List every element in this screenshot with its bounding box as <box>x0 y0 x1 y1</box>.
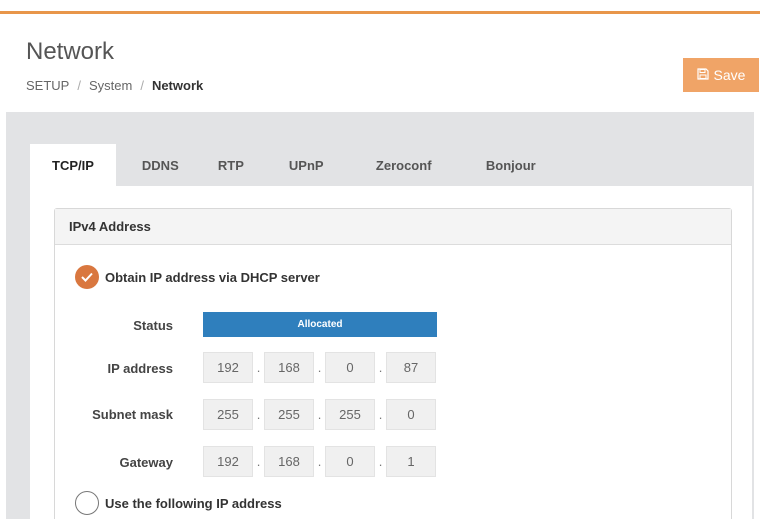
dot-separator: . <box>378 454 383 469</box>
dot-separator: . <box>256 407 261 422</box>
status-value-bar: Allocated <box>203 312 437 337</box>
save-label: Save <box>713 67 746 83</box>
breadcrumb-network: Network <box>151 78 204 93</box>
dhcp-label: Obtain IP address via DHCP server <box>105 269 320 285</box>
ip-octet-3[interactable]: 0 <box>325 352 375 383</box>
dot-separator: . <box>317 407 322 422</box>
tab-bar: TCP/IP DDNS RTP UPnP Zeroconf Bonjour <box>30 144 550 186</box>
subnet-octet-4[interactable]: 0 <box>386 399 436 430</box>
gateway-field: 192. 168. 0. 1 <box>203 446 436 477</box>
gateway-octet-1[interactable]: 192 <box>203 446 253 477</box>
dhcp-radio[interactable] <box>75 265 99 289</box>
top-accent-bar <box>0 0 760 14</box>
breadcrumb-setup[interactable]: SETUP <box>26 78 69 93</box>
breadcrumb: SETUP / System / Network <box>26 78 203 93</box>
breadcrumb-separator: / <box>140 78 144 93</box>
status-label: Status <box>133 318 173 333</box>
subnet-octet-3[interactable]: 255 <box>325 399 375 430</box>
gateway-octet-2[interactable]: 168 <box>264 446 314 477</box>
dot-separator: . <box>317 360 322 375</box>
static-ip-radio[interactable] <box>75 491 99 515</box>
static-ip-radio-option[interactable]: Use the following IP address <box>75 491 282 515</box>
subnet-mask-label: Subnet mask <box>92 407 173 422</box>
page-title: Network <box>26 38 115 65</box>
gateway-octet-3[interactable]: 0 <box>325 446 375 477</box>
tab-upnp[interactable]: UPnP <box>275 144 362 186</box>
ip-address-label: IP address <box>107 361 173 376</box>
gateway-label: Gateway <box>119 455 173 470</box>
save-button[interactable]: Save <box>683 58 759 92</box>
tcpip-panel: IPv4 Address Obtain IP address via DHCP … <box>30 186 752 519</box>
floppy-disk-icon <box>696 67 709 83</box>
subnet-octet-2[interactable]: 255 <box>264 399 314 430</box>
dhcp-radio-option[interactable]: Obtain IP address via DHCP server <box>75 265 320 289</box>
static-ip-label: Use the following IP address <box>105 495 282 511</box>
subnet-mask-field: 255. 255. 255. 0 <box>203 399 436 430</box>
ipv4-section: IPv4 Address Obtain IP address via DHCP … <box>54 208 732 519</box>
content-area: TCP/IP DDNS RTP UPnP Zeroconf Bonjour IP… <box>6 112 754 519</box>
subnet-octet-1[interactable]: 255 <box>203 399 253 430</box>
tab-ddns[interactable]: DDNS <box>128 144 204 186</box>
dot-separator: . <box>378 407 383 422</box>
ip-octet-1[interactable]: 192 <box>203 352 253 383</box>
ip-octet-2[interactable]: 168 <box>264 352 314 383</box>
dot-separator: . <box>378 360 383 375</box>
dot-separator: . <box>317 454 322 469</box>
ipv4-section-title: IPv4 Address <box>55 209 731 245</box>
breadcrumb-separator: / <box>77 78 81 93</box>
ip-address-field: 192. 168. 0. 87 <box>203 352 436 383</box>
dot-separator: . <box>256 454 261 469</box>
tab-tcpip[interactable]: TCP/IP <box>30 144 116 186</box>
gateway-octet-4[interactable]: 1 <box>386 446 436 477</box>
tab-rtp[interactable]: RTP <box>204 144 275 186</box>
dot-separator: . <box>256 360 261 375</box>
ip-octet-4[interactable]: 87 <box>386 352 436 383</box>
checkmark-icon <box>81 272 93 282</box>
tab-zeroconf[interactable]: Zeroconf <box>362 144 472 186</box>
breadcrumb-system[interactable]: System <box>89 78 132 93</box>
tab-bonjour[interactable]: Bonjour <box>472 144 550 186</box>
